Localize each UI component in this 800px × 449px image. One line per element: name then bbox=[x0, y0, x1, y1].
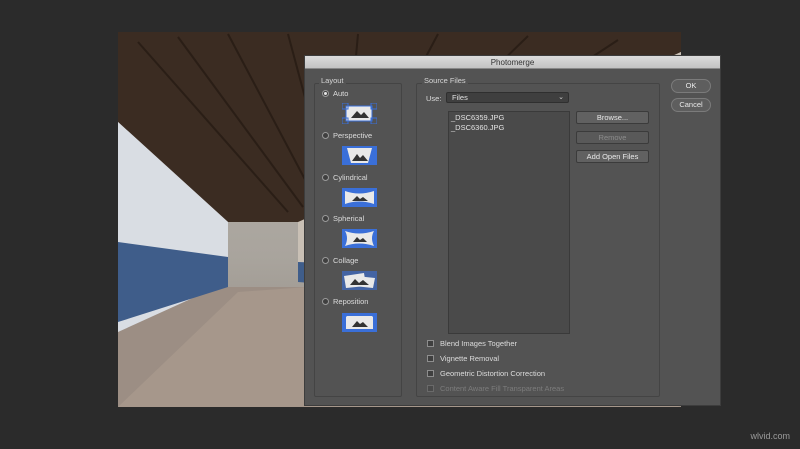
cancel-button[interactable]: Cancel bbox=[671, 98, 711, 112]
content-aware-fill-option[interactable]: Content Aware Fill Transparent Areas bbox=[427, 384, 564, 393]
vignette-removal-checkbox[interactable] bbox=[427, 355, 434, 362]
use-label: Use: bbox=[426, 94, 442, 103]
cylindrical-layout-icon bbox=[342, 188, 377, 207]
radio-reposition[interactable] bbox=[322, 298, 329, 305]
browse-button[interactable]: Browse... bbox=[576, 111, 649, 124]
source-files-legend: Source Files bbox=[422, 76, 468, 85]
layout-option-label: Spherical bbox=[333, 214, 365, 223]
checkbox-label: Blend Images Together bbox=[440, 339, 517, 348]
layout-option-cylindrical[interactable]: Cylindrical bbox=[322, 173, 368, 182]
checkbox-label: Geometric Distortion Correction bbox=[440, 369, 546, 378]
collage-layout-icon bbox=[342, 271, 377, 290]
radio-auto[interactable] bbox=[322, 90, 329, 97]
vignette-removal-option[interactable]: Vignette Removal bbox=[427, 354, 499, 363]
geometric-distortion-option[interactable]: Geometric Distortion Correction bbox=[427, 369, 545, 378]
remove-button[interactable]: Remove bbox=[576, 131, 649, 144]
file-list[interactable]: _DSC6359.JPG _DSC6360.JPG bbox=[448, 111, 570, 334]
layout-legend: Layout bbox=[319, 76, 346, 85]
layout-option-label: Perspective bbox=[333, 131, 373, 140]
use-dropdown[interactable]: Files ⌄ bbox=[446, 92, 569, 103]
geometric-distortion-checkbox[interactable] bbox=[427, 370, 434, 377]
checkbox-label: Vignette Removal bbox=[440, 354, 500, 363]
spherical-layout-icon bbox=[342, 229, 377, 248]
chevron-down-icon: ⌄ bbox=[558, 94, 564, 101]
use-dropdown-value: Files bbox=[452, 93, 468, 102]
perspective-layout-icon bbox=[342, 146, 377, 165]
layout-option-label: Cylindrical bbox=[333, 173, 368, 182]
radio-perspective[interactable] bbox=[322, 132, 329, 139]
layout-option-collage[interactable]: Collage bbox=[322, 256, 358, 265]
checkbox-label: Content Aware Fill Transparent Areas bbox=[440, 384, 565, 393]
blend-images-option[interactable]: Blend Images Together bbox=[427, 339, 517, 348]
add-open-files-button[interactable]: Add Open Files bbox=[576, 150, 649, 163]
layout-option-reposition[interactable]: Reposition bbox=[322, 297, 368, 306]
layout-option-label: Reposition bbox=[333, 297, 369, 306]
watermark-text: wlvid.com bbox=[750, 431, 790, 441]
radio-collage[interactable] bbox=[322, 257, 329, 264]
content-aware-fill-checkbox[interactable] bbox=[427, 385, 434, 392]
layout-option-spherical[interactable]: Spherical bbox=[322, 214, 364, 223]
layout-option-perspective[interactable]: Perspective bbox=[322, 131, 372, 140]
file-list-item[interactable]: _DSC6360.JPG bbox=[449, 123, 569, 133]
ok-button[interactable]: OK bbox=[671, 79, 711, 93]
dialog-title: Photomerge bbox=[305, 56, 720, 69]
layout-option-label: Collage bbox=[333, 256, 359, 265]
layout-option-auto[interactable]: Auto bbox=[322, 89, 348, 98]
blend-images-checkbox[interactable] bbox=[427, 340, 434, 347]
radio-cylindrical[interactable] bbox=[322, 174, 329, 181]
auto-layout-icon bbox=[342, 103, 377, 124]
photomerge-dialog: Photomerge Layout Auto Perspective Cylin… bbox=[304, 55, 721, 406]
file-list-item[interactable]: _DSC6359.JPG bbox=[449, 113, 569, 123]
reposition-layout-icon bbox=[342, 313, 377, 332]
radio-spherical[interactable] bbox=[322, 215, 329, 222]
layout-option-label: Auto bbox=[333, 89, 349, 98]
